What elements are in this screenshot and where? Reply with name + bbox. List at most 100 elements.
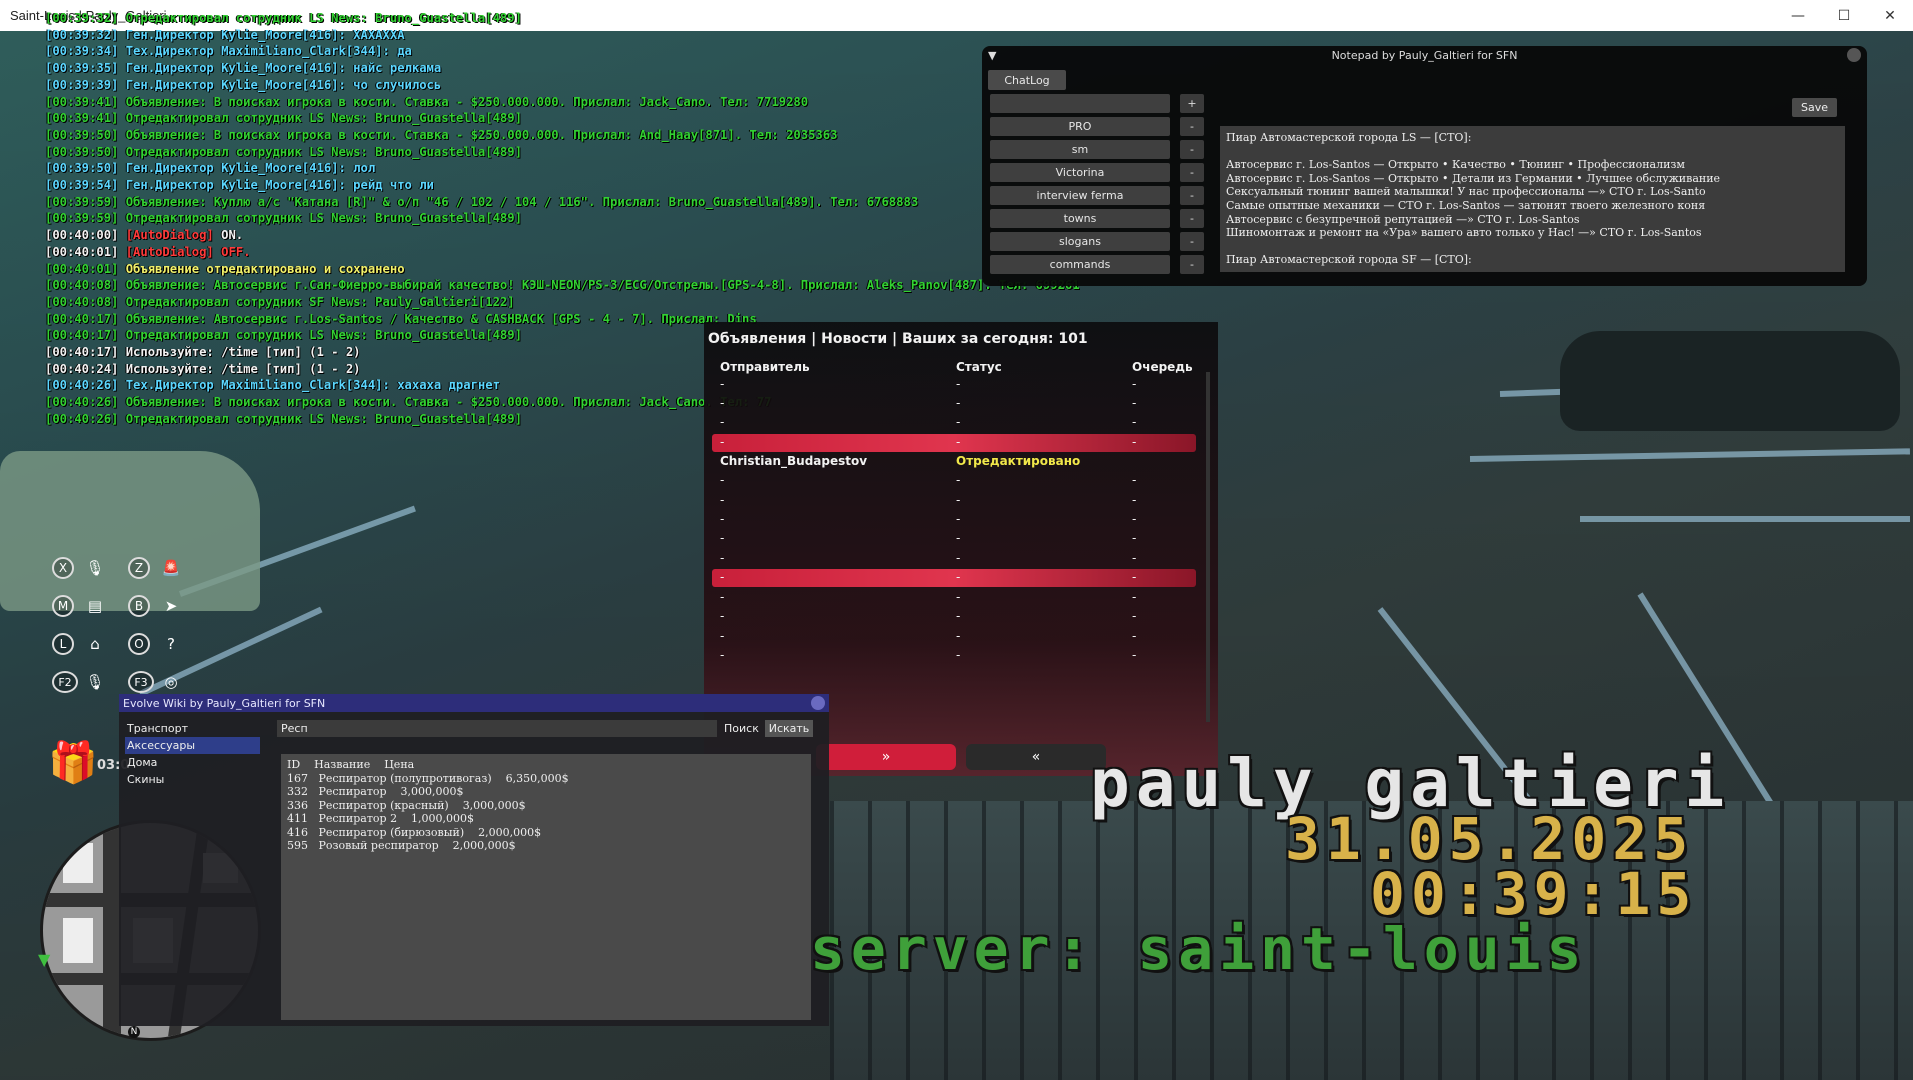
hotkey-x[interactable]: X: [52, 557, 74, 579]
notepad-item[interactable]: sm: [990, 140, 1170, 159]
wiki-result-row[interactable]: 416 Респиратор (бирюзовый) 2,000,000$: [287, 826, 805, 840]
editor-line: Пиар Автомастерской города SF — [СТО]:: [1226, 253, 1472, 267]
ads-row[interactable]: ---: [712, 395, 1196, 413]
notepad-close-icon[interactable]: [1847, 48, 1861, 62]
remove-note-button[interactable]: -: [1180, 163, 1204, 182]
notepad-item[interactable]: interview ferma: [990, 186, 1170, 205]
notepad-editor[interactable]: Пиар Автомастерской города LS — [СТО]: Ав…: [1220, 126, 1845, 272]
ads-row[interactable]: ---: [712, 434, 1196, 452]
chat-line: [00:40:26] Отредактировал сотрудник LS N…: [45, 411, 805, 428]
list-icon[interactable]: ▤: [84, 595, 106, 617]
gift-icon[interactable]: 🎁: [48, 740, 98, 786]
wiki-result-row[interactable]: 336 Респиратор (красный) 3,000,000$: [287, 799, 805, 813]
ads-queue: -: [1132, 551, 1137, 565]
cursor-icon[interactable]: ➤: [160, 595, 182, 617]
wiki-category[interactable]: Аксессуары: [125, 737, 260, 754]
hotkey-b[interactable]: B: [128, 595, 150, 617]
hotkey-o[interactable]: O: [128, 633, 150, 655]
minimize-button[interactable]: —: [1775, 0, 1821, 31]
remove-note-button[interactable]: -: [1180, 209, 1204, 228]
microphone-icon[interactable]: 🎙: [84, 557, 106, 579]
ads-status: -: [956, 493, 961, 507]
chat-text: Ген.Директор Kylie_Moore[416]: лол: [118, 161, 376, 176]
ads-row[interactable]: ---: [712, 511, 1196, 529]
ads-sender: Christian_Budapestov: [720, 454, 868, 468]
chat-timestamp: [00:40:26]: [45, 411, 119, 426]
notepad-header: ▼ Notepad by Pauly_Galtieri for SFN: [982, 46, 1867, 64]
help-icon[interactable]: ?: [160, 633, 182, 655]
chat-timestamp: [00:39:41]: [45, 94, 119, 109]
ads-sender: -: [720, 551, 725, 565]
editor-line: Самые опытные механики — СТО г. Los-Sant…: [1226, 198, 1706, 212]
parking-stripe: [1469, 448, 1910, 462]
ads-queue: -: [1132, 648, 1137, 662]
remove-note-button[interactable]: -: [1180, 255, 1204, 274]
notepad-row: +: [990, 94, 1230, 113]
ads-row[interactable]: ---: [712, 647, 1196, 665]
ads-row[interactable]: ---: [712, 589, 1196, 607]
wiki-category[interactable]: Скины: [125, 771, 260, 788]
hotkey-l[interactable]: L: [52, 633, 74, 655]
notepad-title: Notepad by Pauly_Galtieri for SFN: [1331, 48, 1518, 62]
notepad-item[interactable]: [990, 94, 1170, 113]
chat-line: [00:39:32] Ген.Директор Kylie_Moore[416]…: [45, 27, 805, 44]
chat-text: ON.: [213, 228, 244, 243]
voice-icon[interactable]: 🎙: [84, 671, 106, 693]
remove-note-button[interactable]: -: [1180, 140, 1204, 159]
chat-text: [118, 228, 125, 242]
maximize-button[interactable]: ☐: [1821, 0, 1867, 31]
search-input[interactable]: Респ: [277, 720, 717, 737]
notepad-item[interactable]: towns: [990, 209, 1170, 228]
hotkey-f3[interactable]: F3: [128, 671, 154, 693]
ads-scrollbar[interactable]: [1206, 372, 1210, 722]
ads-row[interactable]: ---: [712, 472, 1196, 490]
notepad-row: slogans -: [990, 232, 1230, 251]
ads-row[interactable]: ---: [712, 569, 1196, 587]
add-note-button[interactable]: +: [1180, 94, 1204, 113]
eye-off-icon[interactable]: ◎: [160, 671, 182, 693]
wiki-result-row[interactable]: 595 Розовый респиратор 2,000,000$: [287, 839, 805, 853]
wiki-category[interactable]: Дома: [125, 754, 260, 771]
hotkey-m[interactable]: M: [52, 595, 74, 617]
ads-status: Отредактировано: [956, 454, 1081, 468]
chat-text: Отредактировал сотрудник LS News: Bruno_…: [118, 328, 522, 343]
car-door-icon[interactable]: ⌂: [84, 633, 106, 655]
next-page-button[interactable]: »: [816, 744, 956, 770]
chat-text: OFF.: [213, 244, 251, 259]
wiki-category[interactable]: Транспорт: [125, 720, 260, 737]
notepad-row: commands -: [990, 255, 1230, 274]
close-button[interactable]: ✕: [1867, 0, 1913, 31]
ads-row[interactable]: ---: [712, 492, 1196, 510]
wiki-close-icon[interactable]: [811, 696, 825, 710]
hotkey-f2[interactable]: F2: [52, 671, 78, 693]
hotkey-z[interactable]: Z: [128, 557, 150, 579]
ads-row[interactable]: Christian_Budapestov Отредактировано: [712, 453, 1196, 471]
notepad-item[interactable]: Victorina: [990, 163, 1170, 182]
ads-row[interactable]: ---: [712, 376, 1196, 394]
remove-note-button[interactable]: -: [1180, 232, 1204, 251]
chat-timestamp: [00:39:32]: [45, 27, 119, 42]
ads-row[interactable]: ---: [712, 608, 1196, 626]
ads-sender: -: [720, 377, 725, 391]
prev-page-button[interactable]: «: [966, 744, 1106, 770]
search-button[interactable]: Искать: [765, 720, 813, 737]
remove-note-button[interactable]: -: [1180, 186, 1204, 205]
notepad-item[interactable]: PRO: [990, 117, 1170, 136]
notepad-item[interactable]: slogans: [990, 232, 1170, 251]
remove-note-button[interactable]: -: [1180, 117, 1204, 136]
siren-icon[interactable]: 🚨: [160, 557, 182, 579]
save-button[interactable]: Save: [1792, 98, 1837, 117]
ads-row[interactable]: ---: [712, 628, 1196, 646]
ads-row[interactable]: ---: [712, 530, 1196, 548]
ads-row[interactable]: ---: [712, 414, 1196, 432]
notepad-item[interactable]: commands: [990, 255, 1170, 274]
tab-chatlog[interactable]: ChatLog: [988, 70, 1066, 90]
ads-queue: -: [1132, 473, 1137, 487]
ads-row[interactable]: ---: [712, 550, 1196, 568]
chat-timestamp: [00:39:59]: [45, 194, 119, 209]
wiki-result-row[interactable]: 167 Респиратор (полупротивогаз) 6,350,00…: [287, 772, 805, 786]
wiki-result-row[interactable]: 332 Респиратор 3,000,000$: [287, 785, 805, 799]
wiki-result-row[interactable]: 411 Респиратор 2 1,000,000$: [287, 812, 805, 826]
ads-sender: -: [720, 415, 725, 429]
